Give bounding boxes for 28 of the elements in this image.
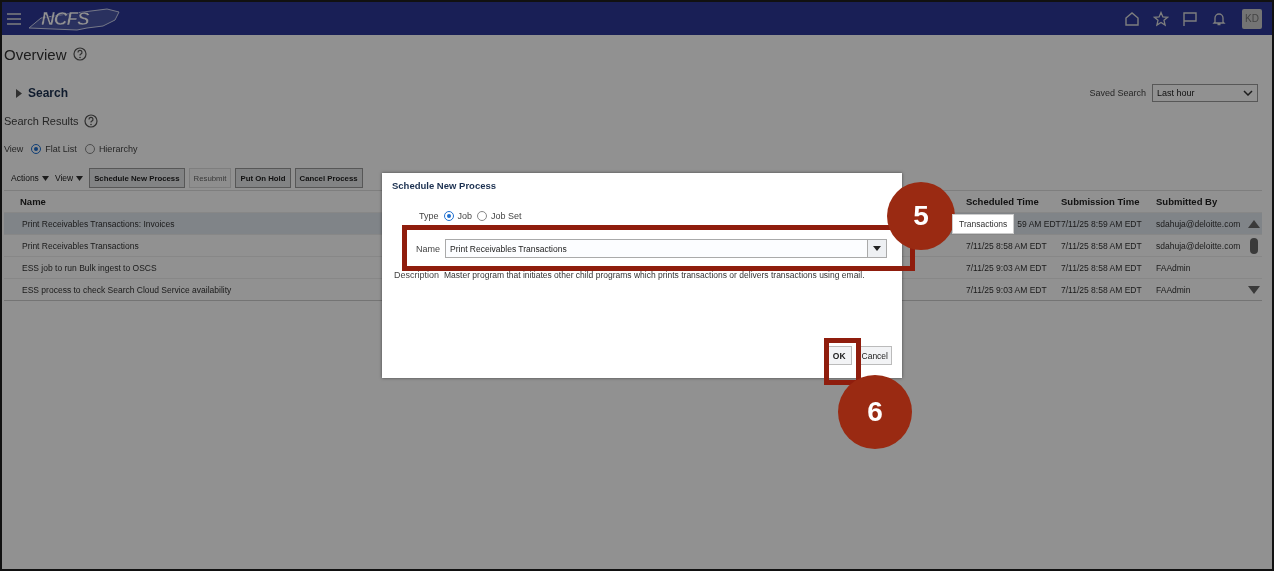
table-cell: FAAdmin	[1156, 284, 1191, 295]
table-cell: 7/11/25 8:58 AM EDT	[1061, 262, 1142, 273]
field-label: Type	[419, 211, 439, 221]
table-cell: 59 AM EDT	[1017, 218, 1061, 229]
logo-text: NCFS	[41, 9, 89, 28]
table-cell: 7/11/25 9:03 AM EDT	[966, 284, 1047, 295]
table-cell: 7/11/25 8:58 AM EDT	[1061, 284, 1142, 295]
tooltip: Transactions	[952, 213, 1015, 234]
description-text: Master program that initiates other child programs which prints transactions or delivers transactions using email.	[444, 270, 865, 280]
table-cell: ESS process to check Search Cloud Service availability	[22, 284, 232, 295]
table-cell: sdahuja@deloitte.com	[1156, 240, 1241, 251]
table-cell: 7/11/25 9:03 AM EDT	[966, 262, 1047, 273]
table-cell: Print Receivables Transactions	[22, 240, 139, 251]
step-badge: 6	[838, 375, 912, 449]
table-cell: Print Receivables Transactions: Invoices	[22, 218, 175, 229]
page-title: Overview	[4, 45, 67, 63]
table-cell: 7/11/25 8:58 AM EDT	[1061, 240, 1142, 251]
table-cell: 7/11/25 8:58 AM EDT	[966, 240, 1047, 251]
dialog-title: Schedule New Process	[392, 180, 498, 191]
view-label: View	[4, 144, 24, 154]
field-label: Name	[416, 243, 440, 254]
table-cell: FAAdmin	[1156, 262, 1191, 273]
table-cell: 7/11/25 8:59 AM EDT	[1061, 218, 1142, 229]
saved-search-label: Saved Search	[1089, 88, 1146, 98]
table-cell: ESS job to run Bulk ingest to OSCS	[22, 262, 157, 273]
section-title: Search Results	[4, 115, 79, 127]
table-cell: sdahuja@deloitte.com	[1156, 218, 1241, 229]
field-label: Description	[394, 270, 440, 280]
